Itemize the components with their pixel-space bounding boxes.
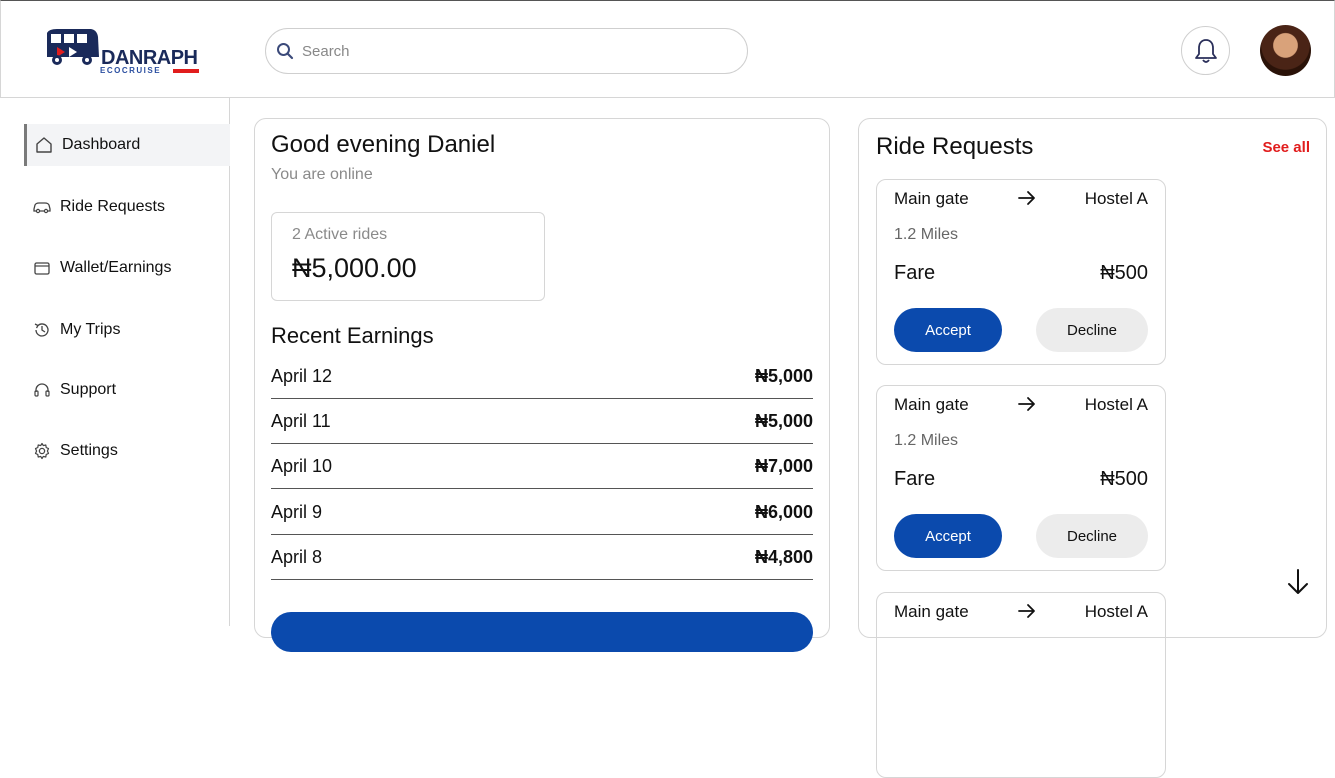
earnings-row: April 8 ₦4,800 <box>271 535 813 580</box>
history-icon <box>32 320 52 340</box>
accept-button[interactable]: Accept <box>894 308 1002 352</box>
sidebar-item-support[interactable]: Support <box>24 369 230 411</box>
bell-icon <box>1194 38 1217 63</box>
search-input[interactable] <box>302 42 722 60</box>
brand-accent-bar <box>173 69 199 73</box>
search-bar[interactable] <box>265 28 748 74</box>
dropoff-location: Hostel A <box>1084 602 1148 621</box>
dashboard-card: Good evening Daniel You are online 2 Act… <box>254 118 830 652</box>
ride-request-card: Main gate Hostel A 1.2 Miles Fare ₦500 A… <box>876 385 1166 571</box>
search-icon <box>277 43 294 60</box>
fare-label: Fare <box>894 468 936 490</box>
scroll-down-icon[interactable] <box>1286 568 1310 596</box>
arrow-right-icon <box>1018 397 1035 411</box>
sidebar-item-label: Wallet/Earnings <box>60 259 172 276</box>
wallet-icon <box>32 258 52 278</box>
active-rides-label: 2 Active rides <box>292 226 388 243</box>
decline-button[interactable]: Decline <box>1036 308 1148 352</box>
online-status: You are online <box>271 166 373 183</box>
earnings-amount: ₦7,000 <box>754 455 813 476</box>
dropoff-location: Hostel A <box>1084 189 1148 208</box>
user-avatar[interactable] <box>1260 25 1311 76</box>
sidebar-item-dashboard[interactable]: Dashboard <box>24 124 230 166</box>
sidebar: Dashboard Ride Requests Wallet/Earnings … <box>0 98 230 626</box>
earnings-date: April 8 <box>271 546 323 567</box>
earnings-amount: ₦5,000 <box>754 410 813 431</box>
balance-value: ₦5,000.00 <box>292 253 417 283</box>
earnings-date: April 10 <box>271 455 333 476</box>
ride-requests-title: Ride Requests <box>876 133 1034 160</box>
earnings-amount: ₦4,800 <box>754 546 813 567</box>
sidebar-item-settings[interactable]: Settings <box>24 430 230 472</box>
accept-button[interactable]: Accept <box>894 514 1002 558</box>
earnings-date: April 11 <box>271 410 331 431</box>
balance-card: 2 Active rides ₦5,000.00 <box>271 212 545 301</box>
earnings-date: April 12 <box>271 365 333 386</box>
sidebar-item-label: Settings <box>60 442 118 459</box>
ride-request-card: Main gate Hostel A <box>876 592 1166 778</box>
top-bar: DANRAPH ECOCRUISE <box>0 0 1335 98</box>
dropoff-location: Hostel A <box>1084 395 1148 414</box>
headset-icon <box>32 380 52 400</box>
earnings-row: April 12 ₦5,000 <box>271 354 813 399</box>
ride-distance: 1.2 Miles <box>894 226 959 243</box>
brand-logo[interactable]: DANRAPH ECOCRUISE <box>43 27 203 77</box>
earnings-amount: ₦5,000 <box>754 365 813 386</box>
earnings-row: April 9 ₦6,000 <box>271 490 813 535</box>
recent-earnings-title: Recent Earnings <box>271 323 434 348</box>
fare-value: ₦500 <box>1100 262 1148 284</box>
see-all-link[interactable]: See all <box>1262 139 1310 156</box>
greeting-title: Good evening Daniel <box>271 131 496 158</box>
sidebar-item-label: Dashboard <box>62 136 141 153</box>
sidebar-item-label: Support <box>60 381 117 398</box>
brand-subtitle: ECOCRUISE <box>100 66 162 75</box>
sidebar-item-label: My Trips <box>60 321 121 338</box>
earnings-amount: ₦6,000 <box>754 501 813 522</box>
pickup-location: Main gate <box>894 395 969 414</box>
bus-logo-icon <box>47 29 99 65</box>
arrow-right-icon <box>1018 191 1035 205</box>
sidebar-item-label: Ride Requests <box>60 198 165 215</box>
pickup-location: Main gate <box>894 189 969 208</box>
arrow-right-icon <box>1018 604 1035 618</box>
ride-requests-card: Ride Requests See all Main gate Hostel A… <box>858 118 1327 778</box>
home-icon <box>34 135 54 155</box>
pickup-location: Main gate <box>894 602 969 621</box>
sidebar-item-ride-requests[interactable]: Ride Requests <box>24 186 230 228</box>
earnings-date: April 9 <box>271 501 323 522</box>
notifications-button[interactable] <box>1181 26 1230 75</box>
earnings-row: April 11 ₦5,000 <box>271 399 813 444</box>
ride-distance: 1.2 Miles <box>894 432 959 449</box>
ride-request-card: Main gate Hostel A 1.2 Miles Fare ₦500 A… <box>876 179 1166 365</box>
sidebar-item-wallet[interactable]: Wallet/Earnings <box>24 247 230 289</box>
primary-action-button[interactable] <box>271 612 813 652</box>
gear-icon <box>32 441 52 461</box>
earnings-row: April 10 ₦7,000 <box>271 444 813 489</box>
fare-label: Fare <box>894 262 936 284</box>
car-icon <box>32 197 52 217</box>
decline-button[interactable]: Decline <box>1036 514 1148 558</box>
sidebar-item-my-trips[interactable]: My Trips <box>24 309 230 351</box>
fare-value: ₦500 <box>1100 468 1148 490</box>
